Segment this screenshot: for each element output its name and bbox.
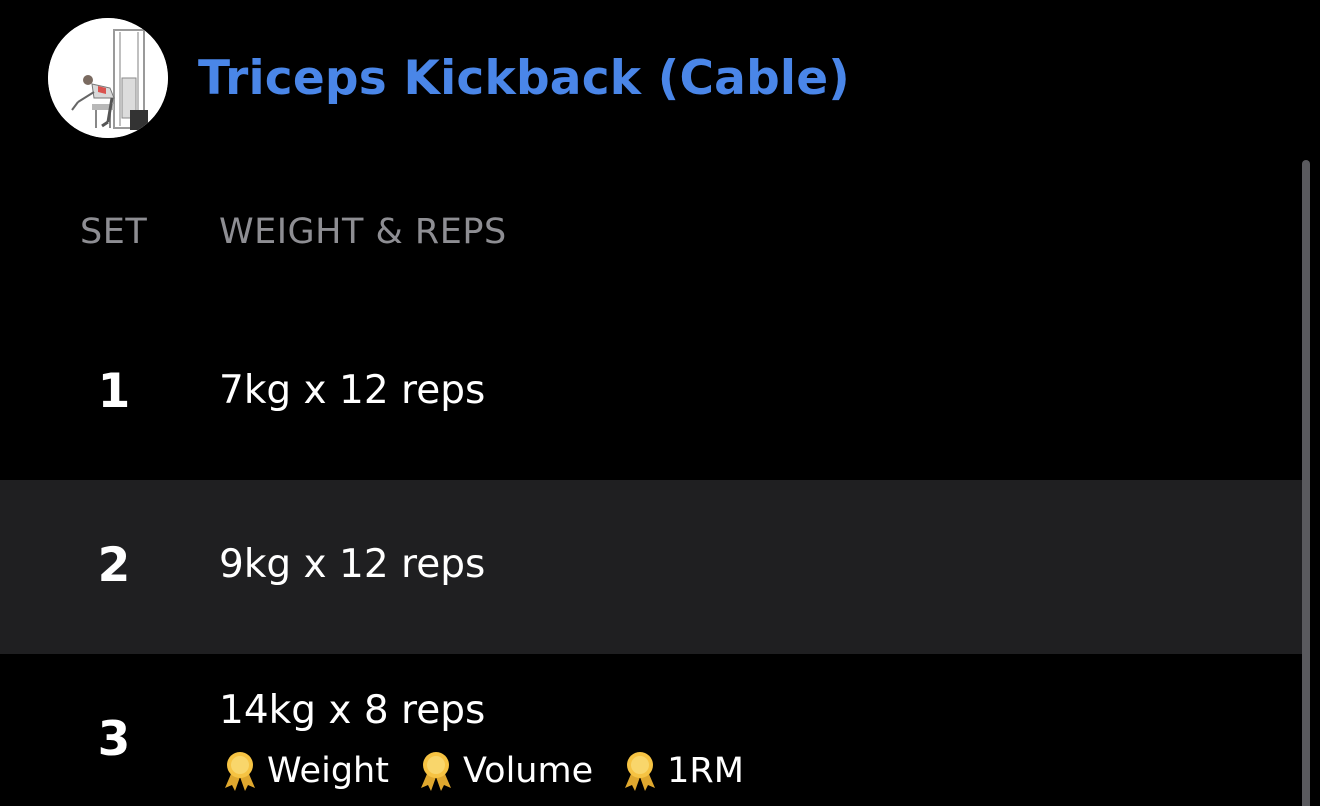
medal-icon bbox=[625, 752, 656, 791]
set-number: 2 bbox=[97, 538, 131, 593]
personal-record-badges: Weight Volume 1RM bbox=[219, 750, 770, 792]
record-badge-weight: Weight bbox=[219, 750, 389, 792]
workout-exercise-view: Triceps Kickback (Cable) SET WEIGHT & RE… bbox=[0, 0, 1320, 806]
column-header-weight-reps: WEIGHT & REPS bbox=[219, 212, 507, 252]
set-row-3[interactable]: 3 14kg x 8 reps Weight Volume 1RM bbox=[0, 654, 1310, 806]
set-number: 3 bbox=[97, 712, 131, 767]
medal-icon bbox=[420, 752, 451, 791]
exercise-header[interactable]: Triceps Kickback (Cable) bbox=[48, 18, 850, 138]
record-label: 1RM bbox=[667, 751, 744, 791]
medal-icon bbox=[225, 752, 255, 791]
exercise-illustration-icon[interactable] bbox=[48, 18, 168, 138]
set-weight-reps: 9kg x 12 reps bbox=[219, 542, 486, 587]
record-badge-volume: Volume bbox=[415, 750, 593, 792]
set-row-2[interactable]: 2 9kg x 12 reps bbox=[0, 480, 1310, 654]
scrollbar[interactable] bbox=[1302, 160, 1310, 806]
set-weight-reps: 7kg x 12 reps bbox=[219, 368, 486, 413]
column-header-set: SET bbox=[80, 212, 148, 252]
set-weight-reps: 14kg x 8 reps bbox=[219, 688, 486, 733]
set-number: 1 bbox=[97, 364, 131, 419]
set-row-1[interactable]: 1 7kg x 12 reps bbox=[0, 306, 1310, 480]
record-badge-1rm: 1RM bbox=[619, 750, 744, 792]
record-label: Weight bbox=[267, 751, 389, 791]
exercise-illustration-svg bbox=[48, 18, 168, 138]
exercise-title[interactable]: Triceps Kickback (Cable) bbox=[198, 51, 850, 106]
record-label: Volume bbox=[462, 751, 594, 791]
